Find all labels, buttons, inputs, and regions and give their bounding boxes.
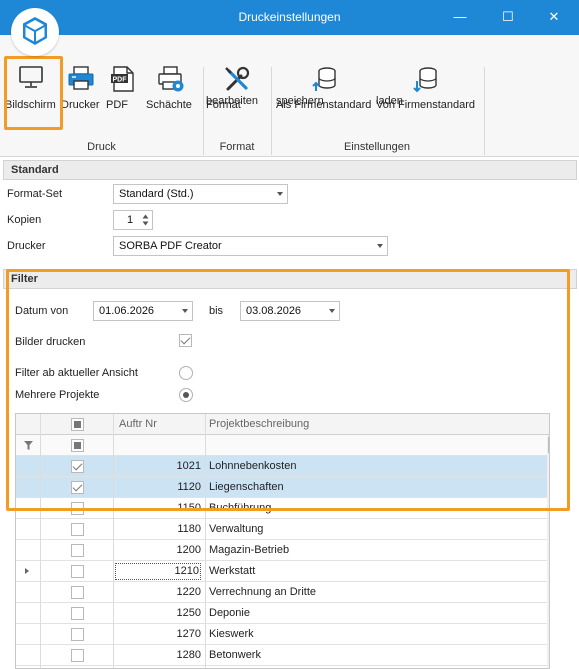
schaechte-button[interactable]: Schächte [146, 65, 196, 111]
table-row[interactable]: 1210 Werkstatt [16, 561, 549, 582]
spin-arrows-icon[interactable] [142, 213, 149, 227]
auftr-nr-cell[interactable]: 1210 [115, 563, 201, 580]
row-indicator-icon [25, 568, 29, 574]
close-button[interactable]: ✕ [541, 6, 567, 28]
table-row[interactable]: 1270 Kieswerk [16, 624, 549, 645]
projektbeschreibung-cell[interactable]: Magazin-Betrieb [209, 544, 289, 556]
title-bar: Druckeinstellungen — ☐ ✕ [0, 0, 579, 35]
ribbon-separator [484, 67, 485, 155]
chevron-down-icon [277, 192, 283, 196]
row-checkbox[interactable] [71, 649, 84, 662]
standard-header: Standard [3, 160, 577, 180]
auftr-nr-cell[interactable]: 1200 [115, 544, 201, 556]
minimize-button[interactable]: — [447, 6, 473, 28]
database-load-icon [413, 67, 437, 93]
table-row[interactable]: 1220 Verrechnung an Dritte [16, 582, 549, 603]
pdf-button[interactable]: PDF PDF [106, 65, 140, 111]
tools-icon [225, 66, 250, 91]
row-checkbox[interactable] [71, 544, 84, 557]
kopien-label: Kopien [7, 214, 42, 226]
projektbeschreibung-cell[interactable]: Kieswerk [209, 628, 254, 640]
table-row[interactable]: 1250 Deponie [16, 603, 549, 624]
projektbeschreibung-cell[interactable]: Werkstatt [209, 565, 255, 577]
format-bearbeiten-button[interactable]: Format bearbeiten [206, 65, 268, 111]
row-checkbox[interactable] [71, 523, 84, 536]
auftr-nr-cell[interactable]: 1220 [115, 586, 201, 598]
kopien-spinner[interactable]: 1 [113, 210, 153, 230]
printer-icon [68, 66, 94, 90]
projektbeschreibung-cell[interactable]: Betonwerk [209, 649, 261, 661]
auftr-nr-cell[interactable]: 1280 [115, 649, 201, 661]
ribbon: Bildschirm Drucker PDF PDF Schächte Druc… [0, 35, 579, 157]
window-title: Druckeinstellungen [238, 10, 341, 24]
group-label-druck: Druck [87, 141, 116, 153]
ribbon-separator [203, 67, 204, 155]
database-save-icon [312, 67, 336, 91]
app-logo-icon [11, 8, 59, 56]
projektbeschreibung-cell[interactable]: Verrechnung an Dritte [209, 586, 316, 598]
table-row[interactable]: 1280 Betonwerk [16, 645, 549, 666]
printer-tray-settings-icon [158, 66, 184, 92]
von-firmenstandard-laden-button[interactable]: Von Firmenstandard laden [376, 65, 478, 111]
format-set-label: Format-Set [7, 188, 63, 200]
pdf-file-icon: PDF [111, 66, 134, 92]
auftr-nr-cell[interactable]: 1250 [115, 607, 201, 619]
row-checkbox[interactable] [71, 565, 84, 578]
row-checkbox[interactable] [71, 607, 84, 620]
ribbon-separator [271, 67, 272, 155]
als-firmenstandard-speichern-button[interactable]: Als Firmenstandard speichern [276, 65, 376, 111]
group-label-einstellungen: Einstellungen [343, 141, 411, 153]
projektbeschreibung-cell[interactable]: Verwaltung [209, 523, 263, 535]
drucker-label: Drucker [7, 240, 46, 252]
row-checkbox[interactable] [71, 586, 84, 599]
table-row[interactable]: 1200 Magazin-Betrieb [16, 540, 549, 561]
group-label-format: Format [219, 141, 255, 153]
auftr-nr-cell[interactable]: 1270 [115, 628, 201, 640]
row-checkbox[interactable] [71, 628, 84, 641]
format-set-combo[interactable]: Standard (Std.) [113, 184, 288, 204]
chevron-down-icon [377, 244, 383, 248]
drucker-combo[interactable]: SORBA PDF Creator [113, 236, 388, 256]
table-row[interactable]: 1180 Verwaltung [16, 519, 549, 540]
projektbeschreibung-cell[interactable]: Deponie [209, 607, 250, 619]
drucker-button[interactable]: Drucker [61, 65, 101, 111]
maximize-button[interactable]: ☐ [495, 6, 521, 28]
auftr-nr-cell[interactable]: 1180 [115, 523, 201, 535]
highlight-filter [6, 269, 570, 511]
highlight-bildschirm [4, 56, 63, 130]
svg-text:PDF: PDF [113, 77, 128, 84]
